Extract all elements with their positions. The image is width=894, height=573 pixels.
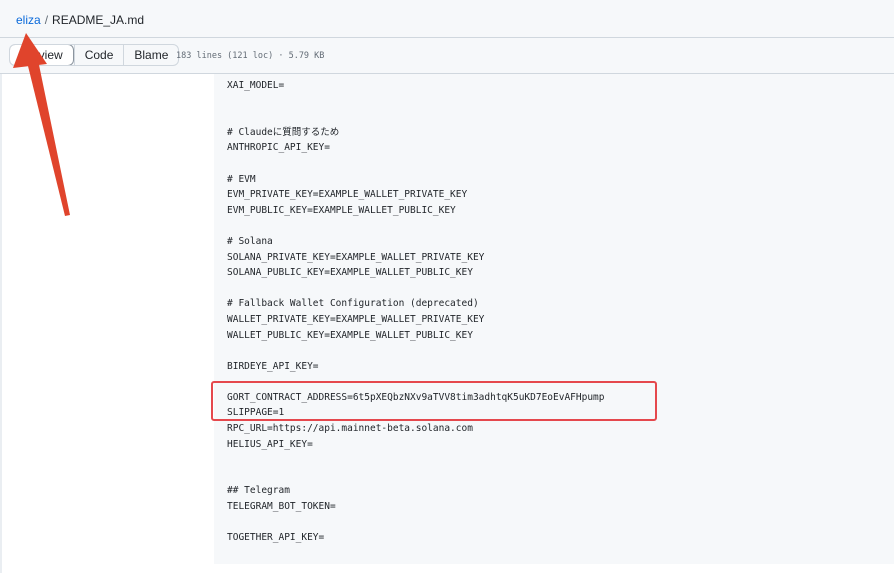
code-line: HELIUS_API_KEY= <box>227 438 313 450</box>
code-lines: XAI_MODEL= # Claudeに質問するため ANTHROPIC_API… <box>227 78 605 546</box>
file-meta-info: 183 lines (121 loc) · 5.79 KB <box>176 51 325 61</box>
file-body: XAI_MODEL= # Claudeに質問するため ANTHROPIC_API… <box>0 74 894 573</box>
code-line: RPC_URL=https://api.mainnet-beta.solana.… <box>227 423 473 435</box>
code-line: # EVM <box>227 173 256 185</box>
breadcrumb-separator: / <box>44 13 49 27</box>
tab-blame[interactable]: Blame <box>123 45 178 65</box>
breadcrumb-repo-link[interactable]: eliza <box>16 13 41 27</box>
code-line: ## Telegram <box>227 485 290 497</box>
code-line: # Claudeに質問するため <box>227 126 340 138</box>
code-line: BIRDEYE_API_KEY= <box>227 360 319 372</box>
breadcrumb-file-name: README_JA.md <box>52 13 145 27</box>
breadcrumb: eliza / README_JA.md <box>16 13 144 27</box>
code-line: # Fallback Wallet Configuration (depreca… <box>227 298 479 310</box>
breadcrumb-bar: eliza / README_JA.md <box>0 0 894 38</box>
code-line: SOLANA_PRIVATE_KEY=EXAMPLE_WALLET_PRIVAT… <box>227 251 485 263</box>
code-line: EVM_PRIVATE_KEY=EXAMPLE_WALLET_PRIVATE_K… <box>227 189 468 201</box>
code-line: TELEGRAM_BOT_TOKEN= <box>227 501 336 513</box>
highlight-annotation-box <box>211 381 657 421</box>
code-line: EVM_PUBLIC_KEY=EXAMPLE_WALLET_PUBLIC_KEY <box>227 204 456 216</box>
file-toolbar: Preview Code Blame 183 lines (121 loc) ·… <box>0 38 894 74</box>
tab-preview[interactable]: Preview <box>10 45 74 65</box>
view-mode-segmented-control: Preview Code Blame <box>9 44 180 66</box>
code-line: WALLET_PUBLIC_KEY=EXAMPLE_WALLET_PUBLIC_… <box>227 329 473 341</box>
code-line: SOLANA_PUBLIC_KEY=EXAMPLE_WALLET_PUBLIC_… <box>227 267 473 279</box>
code-line: XAI_MODEL= <box>227 80 285 91</box>
code-line: TOGETHER_API_KEY= <box>227 532 325 544</box>
readme-file-view: eliza / README_JA.md Preview Code Blame 18… <box>0 0 894 573</box>
code-line: ANTHROPIC_API_KEY= <box>227 142 330 154</box>
code-block: XAI_MODEL= # Claudeに質問するため ANTHROPIC_API… <box>214 74 894 564</box>
code-line: # Solana <box>227 235 273 247</box>
left-border <box>0 74 2 573</box>
tab-code[interactable]: Code <box>73 45 124 65</box>
code-line: WALLET_PRIVATE_KEY=EXAMPLE_WALLET_PRIVAT… <box>227 313 485 325</box>
